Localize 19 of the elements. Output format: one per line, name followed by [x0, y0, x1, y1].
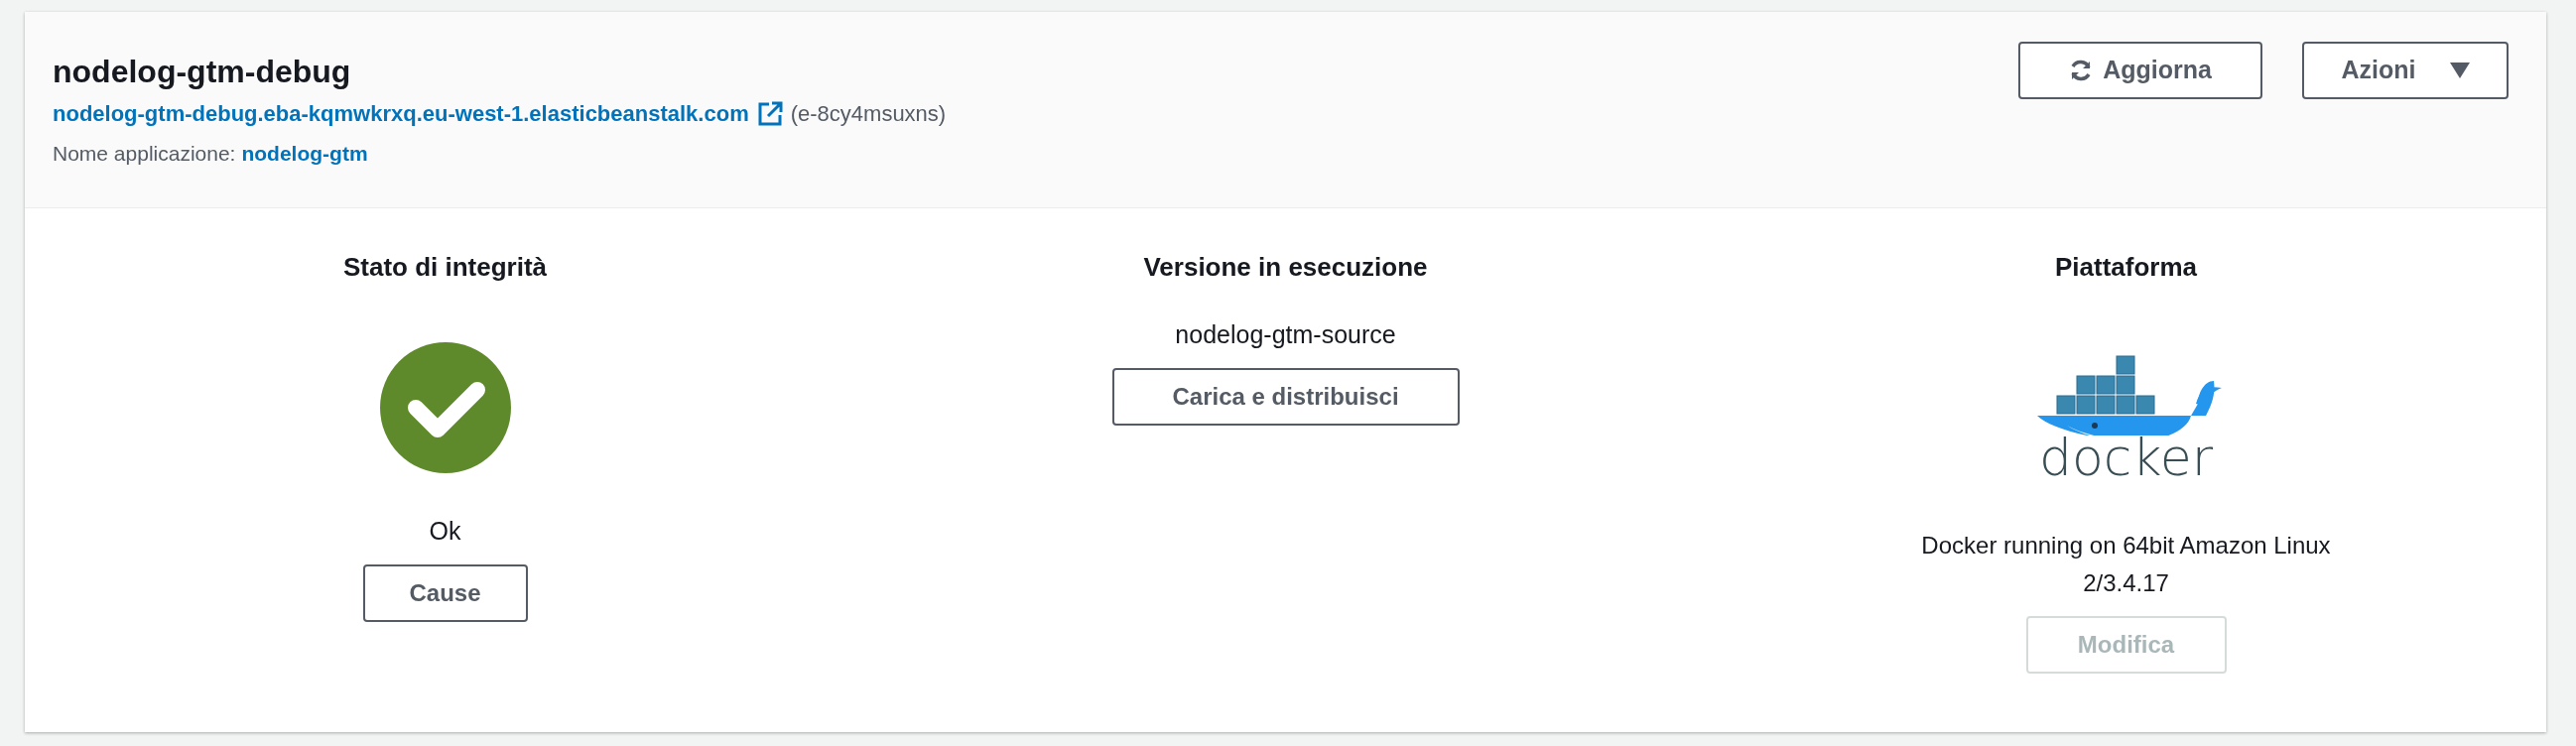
refresh-button[interactable]: Aggiorna [2018, 42, 2262, 99]
environment-url-link[interactable]: nodelog-gtm-debug.eba-kqmwkrxq.eu-west-1.elasticbeanstalk.com [53, 97, 749, 130]
action-button[interactable]: Cause [362, 563, 528, 622]
caret-down-icon [2449, 62, 2470, 78]
panel-heading: Piattaforma [2054, 251, 2197, 284]
application-label: Nome applicazione: [53, 141, 236, 167]
panel-heading: Stato di integrità [342, 251, 548, 284]
environment-id: (e-8cy4msuxns) [790, 100, 947, 128]
environment-title: nodelog-gtm-debug [53, 53, 352, 91]
logo-wordmark: docker [2038, 432, 2213, 483]
panel-heading: Versione in esecuzione [1143, 251, 1428, 284]
action-button[interactable]: Carica e distribuisci [1111, 367, 1460, 426]
platform-description: Docker running on 64bit Amazon Linux 2/3.4.17 [1920, 531, 2332, 598]
actions-dropdown[interactable]: Azioni [2302, 42, 2509, 99]
application-link[interactable]: nodelog-gtm [241, 138, 368, 170]
check-circle-icon [379, 342, 511, 473]
external-link-icon[interactable] [756, 100, 783, 127]
health-status: Ok [429, 516, 461, 547]
version-label: nodelog-gtm-source [1175, 319, 1396, 350]
